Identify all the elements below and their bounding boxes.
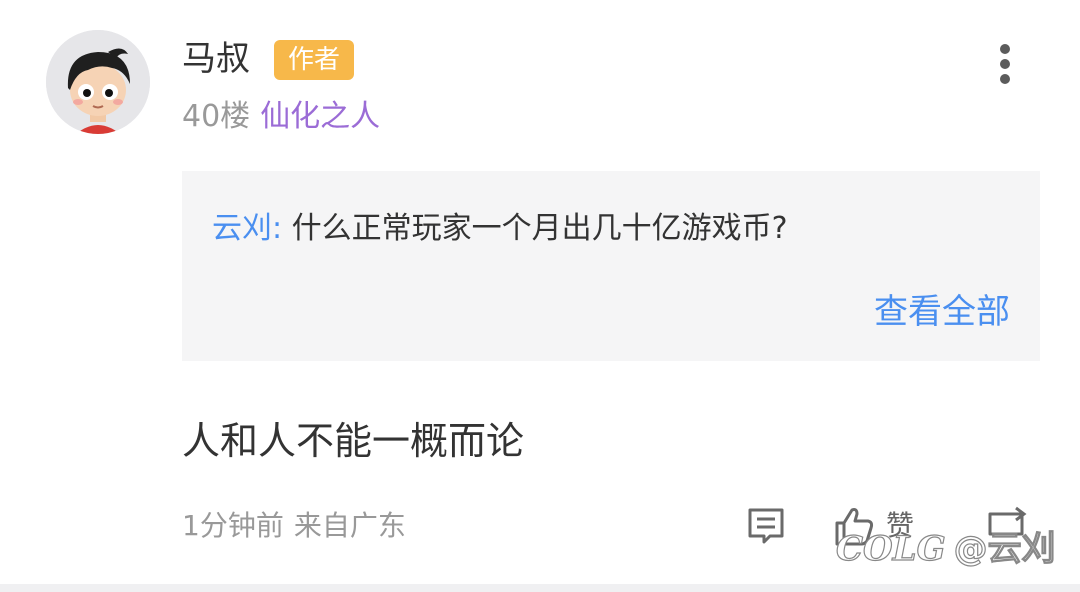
post-meta: 1分钟前 来自广东 — [182, 506, 406, 546]
comment-content: 人和人不能一概而论 — [182, 419, 525, 463]
comment-icon — [748, 508, 784, 544]
view-all-link[interactable]: 查看全部 — [874, 289, 1010, 335]
quoted-reply[interactable]: 云刈: 什么正常玩家一个月出几十亿游戏币? 查看全部 — [182, 171, 1040, 361]
watermark-logo: COLG — [835, 528, 946, 569]
quote-author[interactable]: 云刈: — [212, 211, 282, 246]
author-name[interactable]: 马叔 — [182, 36, 250, 82]
reply-button[interactable] — [744, 504, 788, 548]
cartoon-avatar-icon — [46, 30, 150, 134]
user-title: 仙化之人 — [260, 99, 381, 134]
post-source: 来自广东 — [293, 509, 406, 542]
divider — [0, 584, 1080, 592]
watermark: COLG @云刈 — [835, 526, 1056, 572]
floor-number: 40楼 — [182, 99, 251, 134]
avatar[interactable] — [46, 30, 150, 134]
watermark-handle: @云刈 — [953, 528, 1056, 569]
more-vertical-icon[interactable] — [988, 40, 1022, 88]
quote-text: 什么正常玩家一个月出几十亿游戏币? — [291, 211, 788, 246]
author-badge: 作者 — [274, 40, 354, 80]
comment-meta: 40楼 仙化之人 — [182, 96, 380, 138]
post-time: 1分钟前 — [182, 509, 284, 542]
quote-line: 云刈: 什么正常玩家一个月出几十亿游戏币? — [212, 207, 788, 251]
